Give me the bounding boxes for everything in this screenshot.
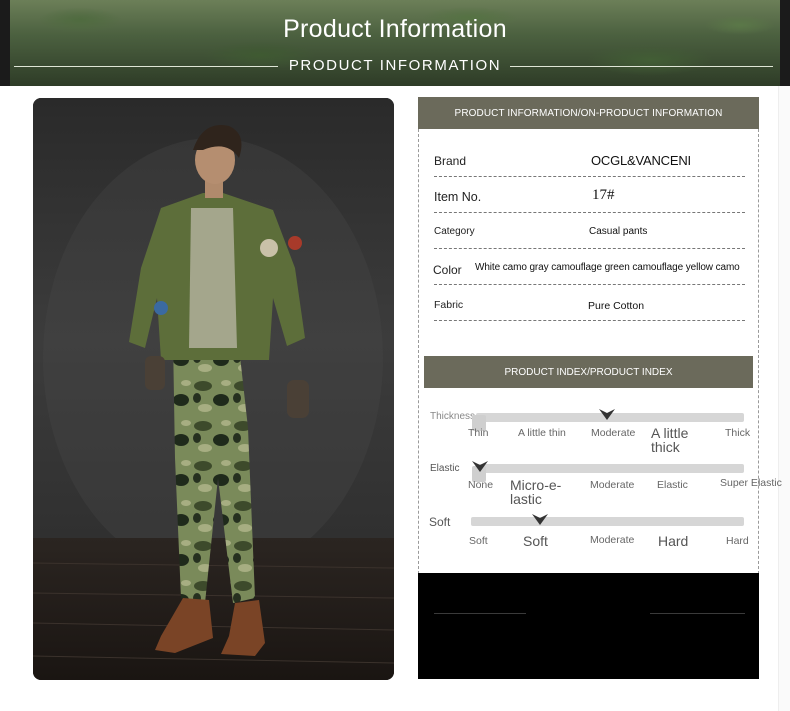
info-label-fabric: Fabric — [434, 299, 464, 311]
soft-track — [471, 517, 744, 526]
info-row-brand: Brand OCGL&VANCENI — [434, 148, 745, 177]
info-row-color: Color White camo gray camouflage green c… — [433, 256, 745, 285]
page-title: Product Information — [283, 15, 507, 43]
elastic-option-5: Super Elastic — [720, 477, 782, 489]
info-label-brand: Brand — [434, 154, 467, 168]
black-panel-divider-right — [650, 613, 745, 614]
product-index-heading: PRODUCT INDEX/PRODUCT INDEX — [424, 356, 753, 388]
info-value-category: Casual pants — [589, 226, 648, 237]
elastic-track — [476, 464, 744, 473]
elastic-option-3: Moderate — [590, 479, 635, 491]
soft-option-2: Soft — [523, 533, 548, 549]
info-value-item-no: 17# — [592, 187, 615, 203]
info-label-category: Category — [434, 226, 475, 237]
info-row-category: Category Casual pants — [434, 220, 745, 249]
page-margin-left — [0, 86, 10, 711]
model-illustration — [33, 98, 394, 680]
info-row-item-no: Item No. 17# — [434, 184, 745, 213]
info-label-item-no: Item No. — [434, 190, 482, 204]
soft-option-1: Soft — [469, 535, 488, 547]
page-header: Product Information PRODUCT INFORMATION — [0, 0, 790, 86]
soft-marker-icon — [532, 514, 548, 525]
thickness-marker-icon — [599, 409, 615, 420]
soft-option-4: Hard — [658, 533, 689, 549]
info-value-color: White camo gray camouflage green camoufl… — [475, 262, 740, 273]
product-info-heading: PRODUCT INFORMATION/ON-PRODUCT INFORMATI… — [418, 97, 759, 129]
info-value-brand: OCGL&VANCENI — [591, 153, 691, 168]
header-divider-right — [510, 66, 773, 67]
elastic-marker-icon — [472, 461, 488, 472]
thickness-option-3: Moderate — [591, 427, 636, 439]
soft-option-3: Moderate — [590, 534, 635, 546]
elastic-option-2: Micro-e-lastic — [510, 477, 562, 507]
info-row-fabric: Fabric Pure Cotton — [434, 294, 745, 321]
scale-label-elastic: Elastic — [430, 463, 460, 474]
scale-label-soft: Soft — [429, 515, 451, 529]
product-photo — [33, 98, 394, 680]
black-panel-divider-left — [434, 613, 526, 614]
elastic-option-4: Elastic — [657, 479, 688, 491]
thickness-option-5: Thick — [725, 427, 751, 439]
thickness-option-4: A little thick — [651, 425, 689, 455]
soft-option-5: Hard — [726, 535, 749, 547]
info-label-color: Color — [433, 263, 462, 277]
scale-label-thickness: Thickness — [430, 411, 476, 422]
info-value-fabric: Pure Cotton — [588, 300, 645, 312]
thickness-option-1: Thin — [468, 427, 489, 439]
page-margin-right — [778, 86, 790, 711]
elastic-option-1: None — [468, 479, 494, 491]
black-panel — [418, 573, 759, 679]
thickness-option-2: A little thin — [518, 427, 566, 439]
